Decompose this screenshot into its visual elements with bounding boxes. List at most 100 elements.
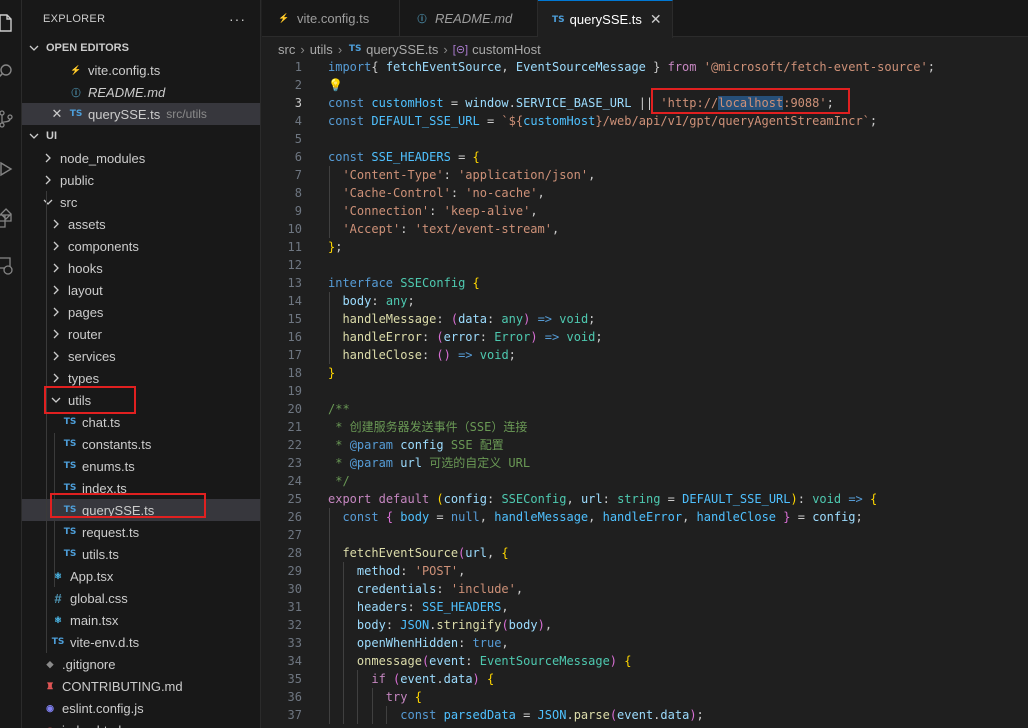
tree-item-label: hooks [68,260,103,276]
more-actions-icon[interactable]: ··· [229,11,246,27]
file-item[interactable]: # global.css [22,587,260,609]
code-token: : [429,204,444,218]
code-token: void [559,312,589,326]
code-token: : [487,492,502,506]
open-editor-item[interactable]: ✕ TS querySSE.ts src/utils [22,103,260,125]
code-token: , [530,204,538,218]
file-item[interactable]: TS enums.ts [22,455,260,477]
file-item[interactable]: ◆ .gitignore [22,653,260,675]
chevron-right-icon [50,218,62,230]
annotation-box-url [651,88,850,114]
code-text: method: 'POST', [328,562,465,580]
code-line: 27 [262,526,1028,544]
code-token: : [486,312,502,326]
remote-explorer-icon[interactable] [0,254,16,276]
file-item[interactable]: ⚛ App.tsx [22,565,260,587]
tree-item-label: pages [68,304,104,320]
code-token: event [617,708,654,722]
code-token: , [544,618,553,632]
code-line: 5 [262,130,1028,148]
code-token: void [566,330,596,344]
code-token: const [328,96,365,110]
file-item[interactable]: TS chat.ts [22,411,260,433]
code-text: 'Cache-Control': 'no-cache', [328,184,544,202]
lightbulb-icon[interactable]: 💡 [328,78,343,92]
line-number: 17 [287,348,302,362]
code-text: openWhenHidden: true, [328,634,509,652]
code-line: 9 'Connection': 'keep-alive', [262,202,1028,220]
code-token: data [443,672,473,686]
code-token: onmessage [356,654,422,668]
file-item[interactable]: ♜ CONTRIBUTING.md [22,675,260,697]
code-token: { [472,150,480,164]
code-token: => [848,492,863,506]
code-line: 4 const DEFAULT_SSE_URL = `${customHost}/… [262,112,1028,130]
folder-item[interactable]: router [22,323,260,345]
file-item[interactable]: ⚛ main.tsx [22,609,260,631]
explorer-title: EXPLORER [43,13,106,25]
code-token: ; [855,510,863,524]
folder-item[interactable]: components [22,235,260,257]
tab-readme[interactable]: ⓘ README.md [400,0,538,37]
file-item[interactable]: TS request.ts [22,521,260,543]
close-icon[interactable]: ✕ [650,11,662,28]
run-debug-icon[interactable] [0,158,16,180]
folder-item[interactable]: pages [22,301,260,323]
eslint-icon: ◉ [46,702,54,713]
code-token: void [479,348,509,362]
files-icon[interactable] [0,12,16,34]
line-number: 31 [287,600,302,614]
open-editor-label: vite.config.ts [88,62,161,78]
ts-icon: TS [348,44,362,54]
tab-vite-config[interactable]: ⚡ vite.config.ts [262,0,400,37]
code-editor[interactable]: 1 import{ fetchEventSource, EventSourceMe… [262,58,1028,728]
chevron-right-icon: › [300,41,305,57]
open-editor-item[interactable]: ⓘ README.md [22,81,260,103]
code-line: 14 body: any; [262,292,1028,310]
code-line: 31 headers: SSE_HEADERS, [262,598,1028,616]
code-token: if [371,672,386,686]
extensions-icon[interactable] [0,206,16,228]
chevron-right-icon: › [337,41,343,57]
chevron-right-icon [50,262,62,274]
folder-item[interactable]: assets [22,213,260,235]
folder-item[interactable]: layout [22,279,260,301]
open-editor-item[interactable]: ⚡ vite.config.ts [22,59,260,81]
close-icon[interactable]: ✕ [50,106,64,122]
code-text: const DEFAULT_SSE_URL = `${customHost}/w… [328,112,877,130]
breadcrumb-item[interactable]: src [278,42,295,57]
tab-query-sse[interactable]: TS querySSE.ts ✕ [538,0,673,38]
code-token: ) [537,618,545,632]
search-icon[interactable] [0,60,16,82]
file-item[interactable]: TS vite-env.d.ts [22,631,260,653]
chevron-right-icon [50,284,62,296]
line-number: 22 [287,438,302,452]
code-token: , [501,636,509,650]
file-item[interactable]: ◉ eslint.config.js [22,697,260,719]
line-number: 28 [287,546,302,560]
section-project[interactable]: UI [22,125,260,147]
section-open-editors[interactable]: OPEN EDITORS [22,37,260,59]
section-label: OPEN EDITORS [46,42,129,54]
breadcrumb-item[interactable]: customHost [472,42,541,57]
folder-item[interactable]: src [22,191,260,213]
tree-item-label: CONTRIBUTING.md [62,678,183,694]
folder-item[interactable]: public [22,169,260,191]
file-item[interactable]: <>index.html [22,719,260,728]
folder-item[interactable]: services [22,345,260,367]
chevron-down-icon [28,42,40,54]
code-token: . [436,672,444,686]
folder-item[interactable]: node_modules [22,147,260,169]
breadcrumb-item[interactable]: querySSE.ts [366,42,438,57]
source-control-icon[interactable] [0,108,16,130]
folder-item[interactable]: hooks [22,257,260,279]
file-item[interactable]: TS utils.ts [22,543,260,565]
breadcrumb-item[interactable]: utils [310,42,333,57]
file-item[interactable]: TS constants.ts [22,433,260,455]
line-number: 21 [287,420,302,434]
explorer-sidebar: EXPLORER ··· OPEN EDITORS ⚡ vite.config.ts… [22,0,261,728]
